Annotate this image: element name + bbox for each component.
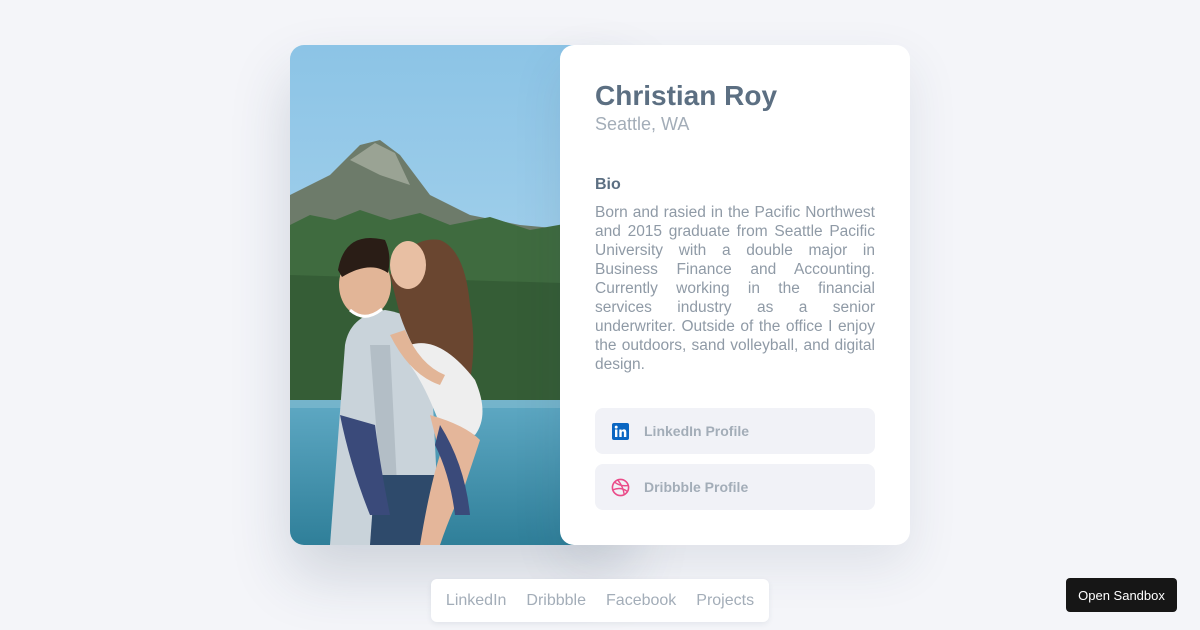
profile-card: Christian Roy Seattle, WA Bio Born and r… [560,45,910,545]
dribbble-profile-button[interactable]: Dribbble Profile [595,464,875,510]
footer-nav: LinkedIn Dribbble Facebook Projects [431,579,769,622]
profile-location: Seattle, WA [595,114,690,134]
footer-link-linkedin[interactable]: LinkedIn [446,592,507,610]
linkedin-icon [610,421,630,441]
footer-link-projects[interactable]: Projects [696,592,754,610]
bio-heading: Bio [595,176,621,193]
footer-link-facebook[interactable]: Facebook [606,592,676,610]
linkedin-profile-button[interactable]: LinkedIn Profile [595,408,875,454]
profile-name: Christian Roy [595,80,778,111]
footer-link-dribbble[interactable]: Dribbble [526,592,586,610]
bio-text: Born and rasied in the Pacific Northwest… [595,204,875,373]
linkedin-profile-label: LinkedIn Profile [644,423,750,439]
dribbble-profile-label: Dribbble Profile [644,479,749,495]
open-sandbox-button[interactable]: Open Sandbox [1066,578,1177,612]
dribbble-icon [610,477,630,497]
